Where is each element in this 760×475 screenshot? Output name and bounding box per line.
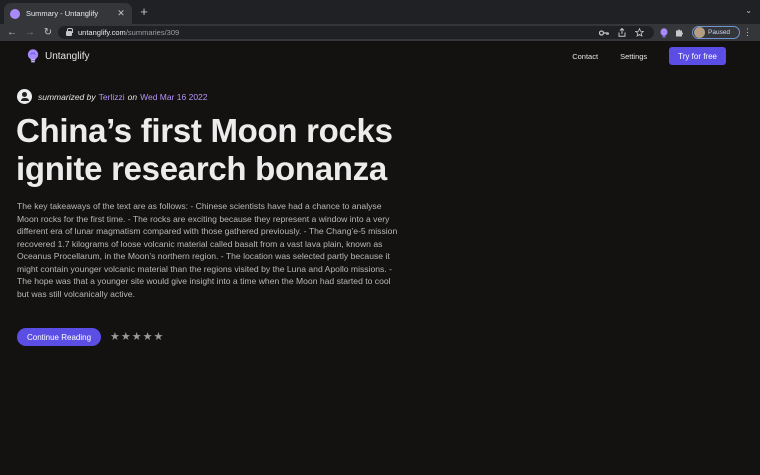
byline-prefix: summarized by [38,91,96,102]
publish-date: Wed Mar 16 2022 [140,91,208,102]
kebab-icon[interactable]: ⋮ [743,27,752,37]
share-icon[interactable] [618,28,626,37]
user-icon [17,89,32,104]
new-tab-button[interactable]: + [137,4,151,20]
byline: summarized by Terlizzi on Wed Mar 16 202… [17,89,208,104]
browser-tab[interactable]: Summary - Untanglify ✕ [4,3,132,24]
tab-search-icon[interactable]: ⌄ [745,6,752,15]
key-icon[interactable] [599,29,609,37]
avatar [694,27,705,38]
tab-title: Summary - Untanglify [26,9,99,18]
brand-name: Untanglify [45,51,90,62]
nav-settings-link[interactable]: Settings [620,52,647,61]
byline-on: on [127,91,138,102]
browser-tab-strip: Summary - Untanglify ✕ + ⌄ [0,0,760,24]
site-nav: Contact Settings Try for free [572,47,726,65]
lock-icon[interactable] [66,27,73,36]
profile-status: Paused [708,29,731,36]
star-icon-1[interactable]: ★ [110,330,120,344]
star-icon-2[interactable]: ★ [121,330,131,344]
back-button[interactable]: ← [5,27,19,38]
star-icon[interactable] [635,28,644,37]
try-for-free-button[interactable]: Try for free [669,47,726,65]
url-host: untanglify.com [78,28,126,37]
author-link[interactable]: Terlizzi [99,92,125,102]
profile-button[interactable]: Paused [692,26,740,39]
lightbulb-icon [27,49,39,63]
star-icon-5[interactable]: ★ [154,330,164,344]
favicon-icon [10,8,20,19]
extension-icon[interactable] [660,27,668,38]
url-path: /summaries/309 [125,28,180,37]
nav-contact-link[interactable]: Contact [572,52,598,61]
article-title: China’s first Moon rocks ignite research… [16,112,393,187]
browser-toolbar: ← → ↻ untanglify.com /summaries/309 Paus… [0,24,760,41]
star-icon-4[interactable]: ★ [143,330,153,344]
forward-button[interactable]: → [23,27,37,38]
reload-button[interactable]: ↻ [41,27,55,38]
puzzle-icon[interactable] [675,28,684,37]
brand-link[interactable]: Untanglify [27,49,89,64]
address-bar[interactable]: untanglify.com /summaries/309 [58,26,654,39]
star-icon-3[interactable]: ★ [132,330,142,344]
tab-close-icon[interactable]: ✕ [116,8,126,19]
rating-stars[interactable]: ★ ★ ★ ★ ★ [110,330,163,344]
continue-reading-button[interactable]: Continue Reading [17,328,101,346]
page: Untanglify Contact Settings Try for free… [0,41,760,475]
article-summary: The key takeaways of the text are as fol… [17,201,398,299]
